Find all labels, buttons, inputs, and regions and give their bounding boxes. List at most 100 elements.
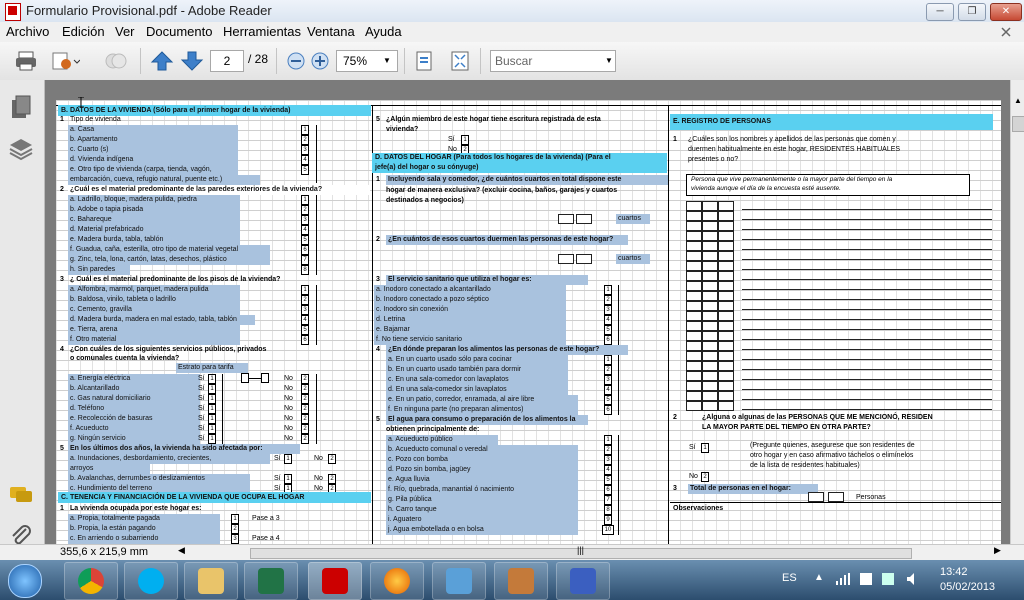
option-label: c. En arriendo o subarriendo — [68, 534, 220, 544]
pages-icon[interactable] — [8, 94, 34, 120]
close-button[interactable]: ✕ — [990, 3, 1022, 21]
zoom-out-icon[interactable] — [284, 50, 308, 72]
skype-icon — [138, 568, 164, 594]
resident-row[interactable] — [686, 350, 996, 361]
menu-herramientas[interactable]: Herramientas — [223, 24, 301, 39]
language-indicator[interactable]: ES — [782, 572, 797, 584]
taskbar-game[interactable] — [494, 562, 548, 600]
menu-close-icon[interactable] — [1000, 26, 1012, 38]
resident-row[interactable] — [686, 360, 996, 371]
resident-row[interactable] — [686, 210, 996, 221]
taskbar-photo-viewer[interactable] — [432, 562, 486, 600]
option-label: a. Casa — [68, 125, 238, 135]
chevron-down-icon: ▼ — [383, 56, 391, 65]
zoom-in-icon[interactable] — [308, 50, 332, 72]
app-icon — [570, 568, 596, 594]
taskbar-chrome[interactable] — [64, 562, 118, 600]
taskbar-app[interactable] — [556, 562, 610, 600]
resident-row[interactable] — [686, 390, 996, 401]
update-icon[interactable] — [882, 573, 894, 585]
resident-row[interactable] — [686, 260, 996, 271]
menu-documento[interactable]: Documento — [146, 24, 212, 39]
option-box[interactable]: 4 — [301, 155, 309, 165]
option-label: a. Propia, totalmente pagada — [68, 514, 220, 524]
layers-icon[interactable] — [8, 136, 34, 162]
resident-row[interactable] — [686, 310, 996, 321]
resident-row[interactable] — [686, 340, 996, 351]
section-c-header: C. TENENCIA Y FINANCIACIÓN DE LA VIVIEND… — [58, 492, 371, 503]
menu-ventana[interactable]: Ventana — [307, 24, 355, 39]
q-tipo-vivienda: Tipo de vivienda — [70, 116, 121, 123]
window-title: Formulario Provisional.pdf - Adobe Reade… — [26, 3, 272, 18]
resident-row[interactable] — [686, 370, 996, 381]
menu-archivo[interactable]: Archivo — [6, 24, 49, 39]
attachments-icon[interactable] — [8, 524, 34, 546]
menu-ver[interactable]: Ver — [115, 24, 135, 39]
resident-row[interactable] — [686, 290, 996, 301]
option-label: e. Otro tipo de vivienda (carpa, tienda,… — [68, 165, 238, 175]
resident-row[interactable] — [686, 280, 996, 291]
pdf-page[interactable]: B. DATOS DE LA VIVIENDA (Sólo para el pr… — [56, 100, 1001, 544]
fit-page-icon[interactable] — [412, 50, 436, 72]
clock-time[interactable]: 13:42 — [940, 566, 968, 578]
full-screen-icon[interactable] — [448, 50, 472, 72]
observaciones-label: Observaciones — [673, 505, 724, 512]
resident-row[interactable] — [686, 200, 996, 211]
title-bar: Formulario Provisional.pdf - Adobe Reade… — [0, 0, 1024, 22]
option-box[interactable]: 5 — [301, 165, 309, 175]
option-label: c. Bahareque — [68, 215, 240, 225]
restore-button[interactable]: ❐ — [958, 3, 986, 21]
resident-row[interactable] — [686, 320, 996, 331]
chrome-icon — [78, 568, 104, 594]
text-cursor-icon — [77, 96, 85, 108]
comments-icon[interactable] — [8, 484, 34, 506]
resident-row[interactable] — [686, 250, 996, 261]
search-input[interactable]: Buscar ▼ — [490, 50, 616, 72]
resident-row[interactable] — [686, 380, 996, 391]
resident-row[interactable] — [686, 330, 996, 341]
pase-a-3: Pase a 3 — [252, 515, 280, 522]
option-box[interactable]: 3 — [301, 145, 309, 155]
minimize-button[interactable]: ─ — [926, 3, 954, 21]
network-icon[interactable] — [836, 573, 850, 585]
tray-expand-icon[interactable]: ▲ — [814, 572, 824, 583]
taskbar-excel[interactable] — [244, 562, 298, 600]
taskbar-skype[interactable] — [124, 562, 178, 600]
section-d-header: D. DATOS DEL HOGAR (Para todos los hogar… — [372, 153, 667, 173]
column-divider — [668, 105, 669, 544]
scroll-up-icon[interactable]: ▲ — [1014, 96, 1022, 105]
battery-icon[interactable] — [860, 573, 872, 585]
resident-row[interactable] — [686, 400, 996, 411]
resident-row[interactable] — [686, 240, 996, 251]
resident-row[interactable] — [686, 270, 996, 281]
option-box[interactable]: 2 — [301, 135, 309, 145]
next-page-icon[interactable] — [180, 50, 204, 72]
q-sanitario: El servicio sanitario que utiliza el hog… — [386, 275, 588, 285]
scroll-thumb[interactable] — [1012, 116, 1024, 132]
taskbar-adobe-reader[interactable] — [308, 562, 362, 600]
document-view[interactable]: B. DATOS DE LA VIVIENDA (Sólo para el pr… — [45, 80, 1010, 544]
zoom-select[interactable]: 75% ▼ — [336, 50, 398, 72]
option-box[interactable]: 1 — [301, 125, 309, 135]
collaborate-icon[interactable] — [104, 50, 128, 72]
share-icon[interactable] — [50, 50, 81, 72]
page-total-label: / 28 — [248, 52, 269, 66]
previous-page-icon[interactable] — [150, 50, 174, 72]
resident-row[interactable] — [686, 230, 996, 241]
resident-row[interactable] — [686, 220, 996, 231]
taskbar-firefox[interactable] — [370, 562, 424, 600]
vertical-scrollbar[interactable]: ▲ — [1010, 80, 1024, 544]
zoom-value: 75% — [343, 54, 368, 68]
page-number-input[interactable]: 2 — [210, 50, 244, 72]
print-icon[interactable] — [14, 50, 38, 72]
taskbar-explorer[interactable] — [184, 562, 238, 600]
clock-date[interactable]: 05/02/2013 — [940, 581, 995, 593]
resident-row[interactable] — [686, 300, 996, 311]
scroll-left-icon[interactable]: ◀ — [178, 545, 185, 556]
scroll-right-icon[interactable]: ▶ — [994, 545, 1001, 556]
excel-icon — [258, 568, 284, 594]
menu-ayuda[interactable]: Ayuda — [365, 24, 402, 39]
start-button[interactable] — [8, 564, 42, 598]
volume-icon[interactable] — [906, 572, 920, 586]
menu-edicion[interactable]: Edición — [62, 24, 105, 39]
